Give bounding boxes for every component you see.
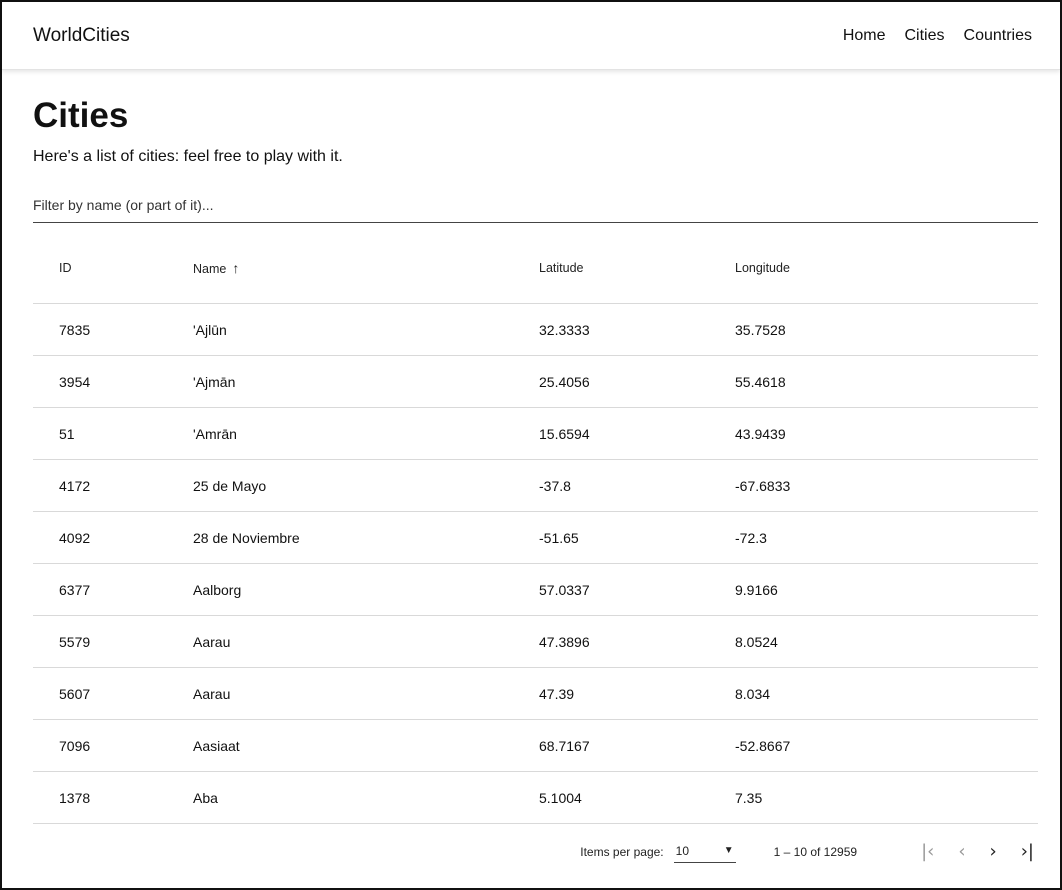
cell-latitude: 25.4056 [539,355,735,408]
column-header-name[interactable]: Name ↑ [193,233,539,304]
page-subtitle: Here's a list of cities: feel free to pl… [33,148,343,165]
table-row[interactable]: 51 'Amrān 15.6594 43.9439 [33,407,1038,460]
brand-title: WorldCities [33,24,130,46]
page-range-label: 1 – 10 of 12959 [773,845,858,859]
table-header-row: ID Name ↑ Latitude Longitude [33,233,1038,304]
cell-latitude: 68.7167 [539,719,735,772]
cell-longitude: -67.6833 [735,459,1038,512]
first-page-icon[interactable]: |‹ [921,843,934,861]
cell-latitude: 32.3333 [539,303,735,356]
main-nav: Home Cities Countries [843,27,1032,45]
cell-latitude: 47.39 [539,667,735,720]
table-row[interactable]: 4172 25 de Mayo -37.8 -67.6833 [33,459,1038,512]
cell-longitude: 9.9166 [735,563,1038,616]
cell-id: 7096 [33,719,193,772]
cell-longitude: -72.3 [735,511,1038,564]
cell-latitude: -37.8 [539,459,735,512]
table-row[interactable]: 6377 Aalborg 57.0337 9.9166 [33,563,1038,616]
cell-id: 5607 [33,667,193,720]
cities-table: ID Name ↑ Latitude Longitude 7835 'Ajlūn … [33,233,1038,824]
column-header-longitude-label: Longitude [735,261,790,275]
column-header-id[interactable]: ID [33,233,193,304]
nav-countries-link[interactable]: Countries [964,27,1032,45]
cell-name: Aarau [193,615,539,668]
main-content: Cities Here's a list of cities: feel fre… [2,94,1060,880]
cell-name: 'Ajmān [193,355,539,408]
cell-latitude: 15.6594 [539,407,735,460]
table-row[interactable]: 4092 28 de Noviembre -51.65 -72.3 [33,511,1038,564]
table-row[interactable]: 1378 Aba 5.1004 7.35 [33,771,1038,824]
table-row[interactable]: 3954 'Ajmān 25.4056 55.4618 [33,355,1038,408]
cell-id: 51 [33,407,193,460]
column-header-latitude-label: Latitude [539,261,584,275]
cell-latitude: -51.65 [539,511,735,564]
items-per-page-value: 10 [675,843,689,858]
top-toolbar: WorldCities Home Cities Countries [2,2,1060,70]
cell-id: 3954 [33,355,193,408]
column-header-name-label: Name [193,262,227,276]
nav-home-link[interactable]: Home [843,27,886,45]
cell-longitude: 8.034 [735,667,1038,720]
cell-name: Aasiaat [193,719,539,772]
column-header-longitude[interactable]: Longitude [735,233,1038,304]
cell-id: 7835 [33,303,193,356]
items-per-page-label: Items per page: [580,845,664,859]
cell-name: 'Amrān [193,407,539,460]
table-row[interactable]: 5607 Aarau 47.39 8.034 [33,667,1038,720]
cell-longitude: 35.7528 [735,303,1038,356]
cell-latitude: 57.0337 [539,563,735,616]
table-row[interactable]: 5579 Aarau 47.3896 8.0524 [33,615,1038,668]
table-row[interactable]: 7096 Aasiaat 68.7167 -52.8667 [33,719,1038,772]
dropdown-arrow-icon: ▼ [723,845,734,856]
cell-name: 'Ajlūn [193,303,539,356]
nav-cities-link[interactable]: Cities [905,27,945,45]
cell-longitude: 7.35 [735,771,1038,824]
cell-latitude: 5.1004 [539,771,735,824]
page-title: Cities [33,96,129,135]
cell-longitude: 55.4618 [735,355,1038,408]
filter-field [33,190,1038,223]
filter-input[interactable] [33,190,1038,220]
cell-id: 4092 [33,511,193,564]
cell-name: 25 de Mayo [193,459,539,512]
column-header-id-label: ID [59,261,72,275]
cell-name: Aarau [193,667,539,720]
cell-latitude: 47.3896 [539,615,735,668]
cell-name: Aba [193,771,539,824]
chevron-left-icon[interactable]: ‹ [958,843,965,861]
last-page-icon[interactable]: ›| [1021,843,1034,861]
cell-longitude: 43.9439 [735,407,1038,460]
cell-longitude: 8.0524 [735,615,1038,668]
paginator: Items per page: 10 ▼ 1 – 10 of 12959 |‹ … [33,824,1038,880]
cell-id: 1378 [33,771,193,824]
cell-id: 5579 [33,615,193,668]
cell-id: 6377 [33,563,193,616]
cell-name: 28 de Noviembre [193,511,539,564]
arrow-up-icon[interactable]: ↑ [232,260,239,276]
column-header-latitude[interactable]: Latitude [539,233,735,304]
items-per-page-select[interactable]: 10 ▼ [673,842,736,863]
cell-id: 4172 [33,459,193,512]
chevron-right-icon[interactable]: › [990,843,997,861]
cell-name: Aalborg [193,563,539,616]
cell-longitude: -52.8667 [735,719,1038,772]
table-row[interactable]: 7835 'Ajlūn 32.3333 35.7528 [33,303,1038,356]
